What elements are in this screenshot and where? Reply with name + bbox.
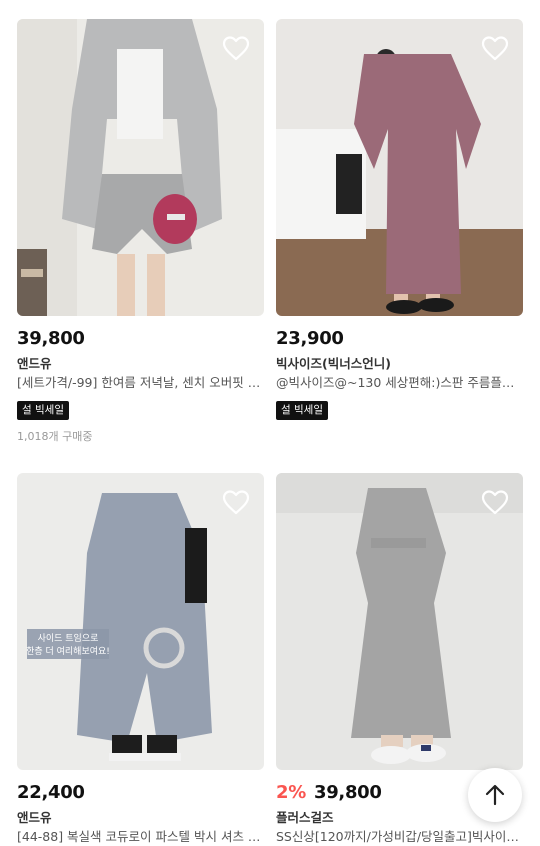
product-title[interactable]: [44-88] 복실색 코듀로이 파스텔 박시 셔츠 원피스 [17,828,264,846]
product-grid: 39,800 앤드유 [세트가격/-99] 한여름 저녁날, 센치 오버핏 후드… [0,0,540,844]
image-overlay-text: 사이드 트임으로 [38,632,99,644]
price: 22,400 [17,781,85,803]
heart-outline-icon[interactable] [222,35,250,61]
shop-name[interactable]: 빅사이즈(빅너스언니) [276,355,523,372]
product-title[interactable]: [세트가격/-99] 한여름 저녁날, 센치 오버핏 후드집업+나시+반바지 세… [17,374,264,392]
product-photo [17,19,264,316]
heart-outline-icon[interactable] [481,489,509,515]
buyer-count: 1,018개 구매중 [17,430,93,443]
sale-badge: 설 빅세일 [276,401,328,420]
shop-name[interactable]: 앤드유 [17,809,264,826]
heart-outline-icon[interactable] [222,489,250,515]
price: 39,800 [313,781,382,803]
product-image[interactable] [276,473,523,770]
heart-outline-icon[interactable] [481,35,509,61]
product-card[interactable]: 23,900 빅사이즈(빅너스언니) @빅사이즈@~130 세상편해:)스판 주… [276,19,523,420]
shop-name[interactable]: 앤드유 [17,355,264,372]
sale-badge: 설 빅세일 [17,401,69,420]
product-card[interactable]: 사이드 트임으로 한층 더 여리해보여요! 22,400 앤드유 [44-88]… [17,473,264,846]
product-card[interactable]: 39,800 앤드유 [세트가격/-99] 한여름 저녁날, 센치 오버핏 후드… [17,19,264,444]
product-image[interactable] [17,19,264,316]
price-row: 22,400 [17,780,264,804]
arrow-up-icon [485,784,505,806]
product-title[interactable]: SS신상[120까지/가성비갑/당일출고]빅사이즈 골지 롱 원피스 [276,828,523,846]
product-photo [276,473,523,770]
price: 39,800 [17,327,85,349]
product-title[interactable]: @빅사이즈@~130 세상편해:)스판 주름플리츠 롱 원피스 [276,374,523,392]
discount-rate: 2% [276,781,306,803]
price-row: 23,900 [276,326,523,350]
image-overlay-text: 한층 더 여리해보여요! [26,645,110,657]
product-photo: 사이드 트임으로 한층 더 여리해보여요! [17,473,264,770]
price-row: 39,800 [17,326,264,350]
product-image[interactable] [276,19,523,316]
scroll-to-top-button[interactable] [468,768,522,822]
product-photo [276,19,523,316]
product-image[interactable]: 사이드 트임으로 한층 더 여리해보여요! [17,473,264,770]
price: 23,900 [276,327,344,349]
